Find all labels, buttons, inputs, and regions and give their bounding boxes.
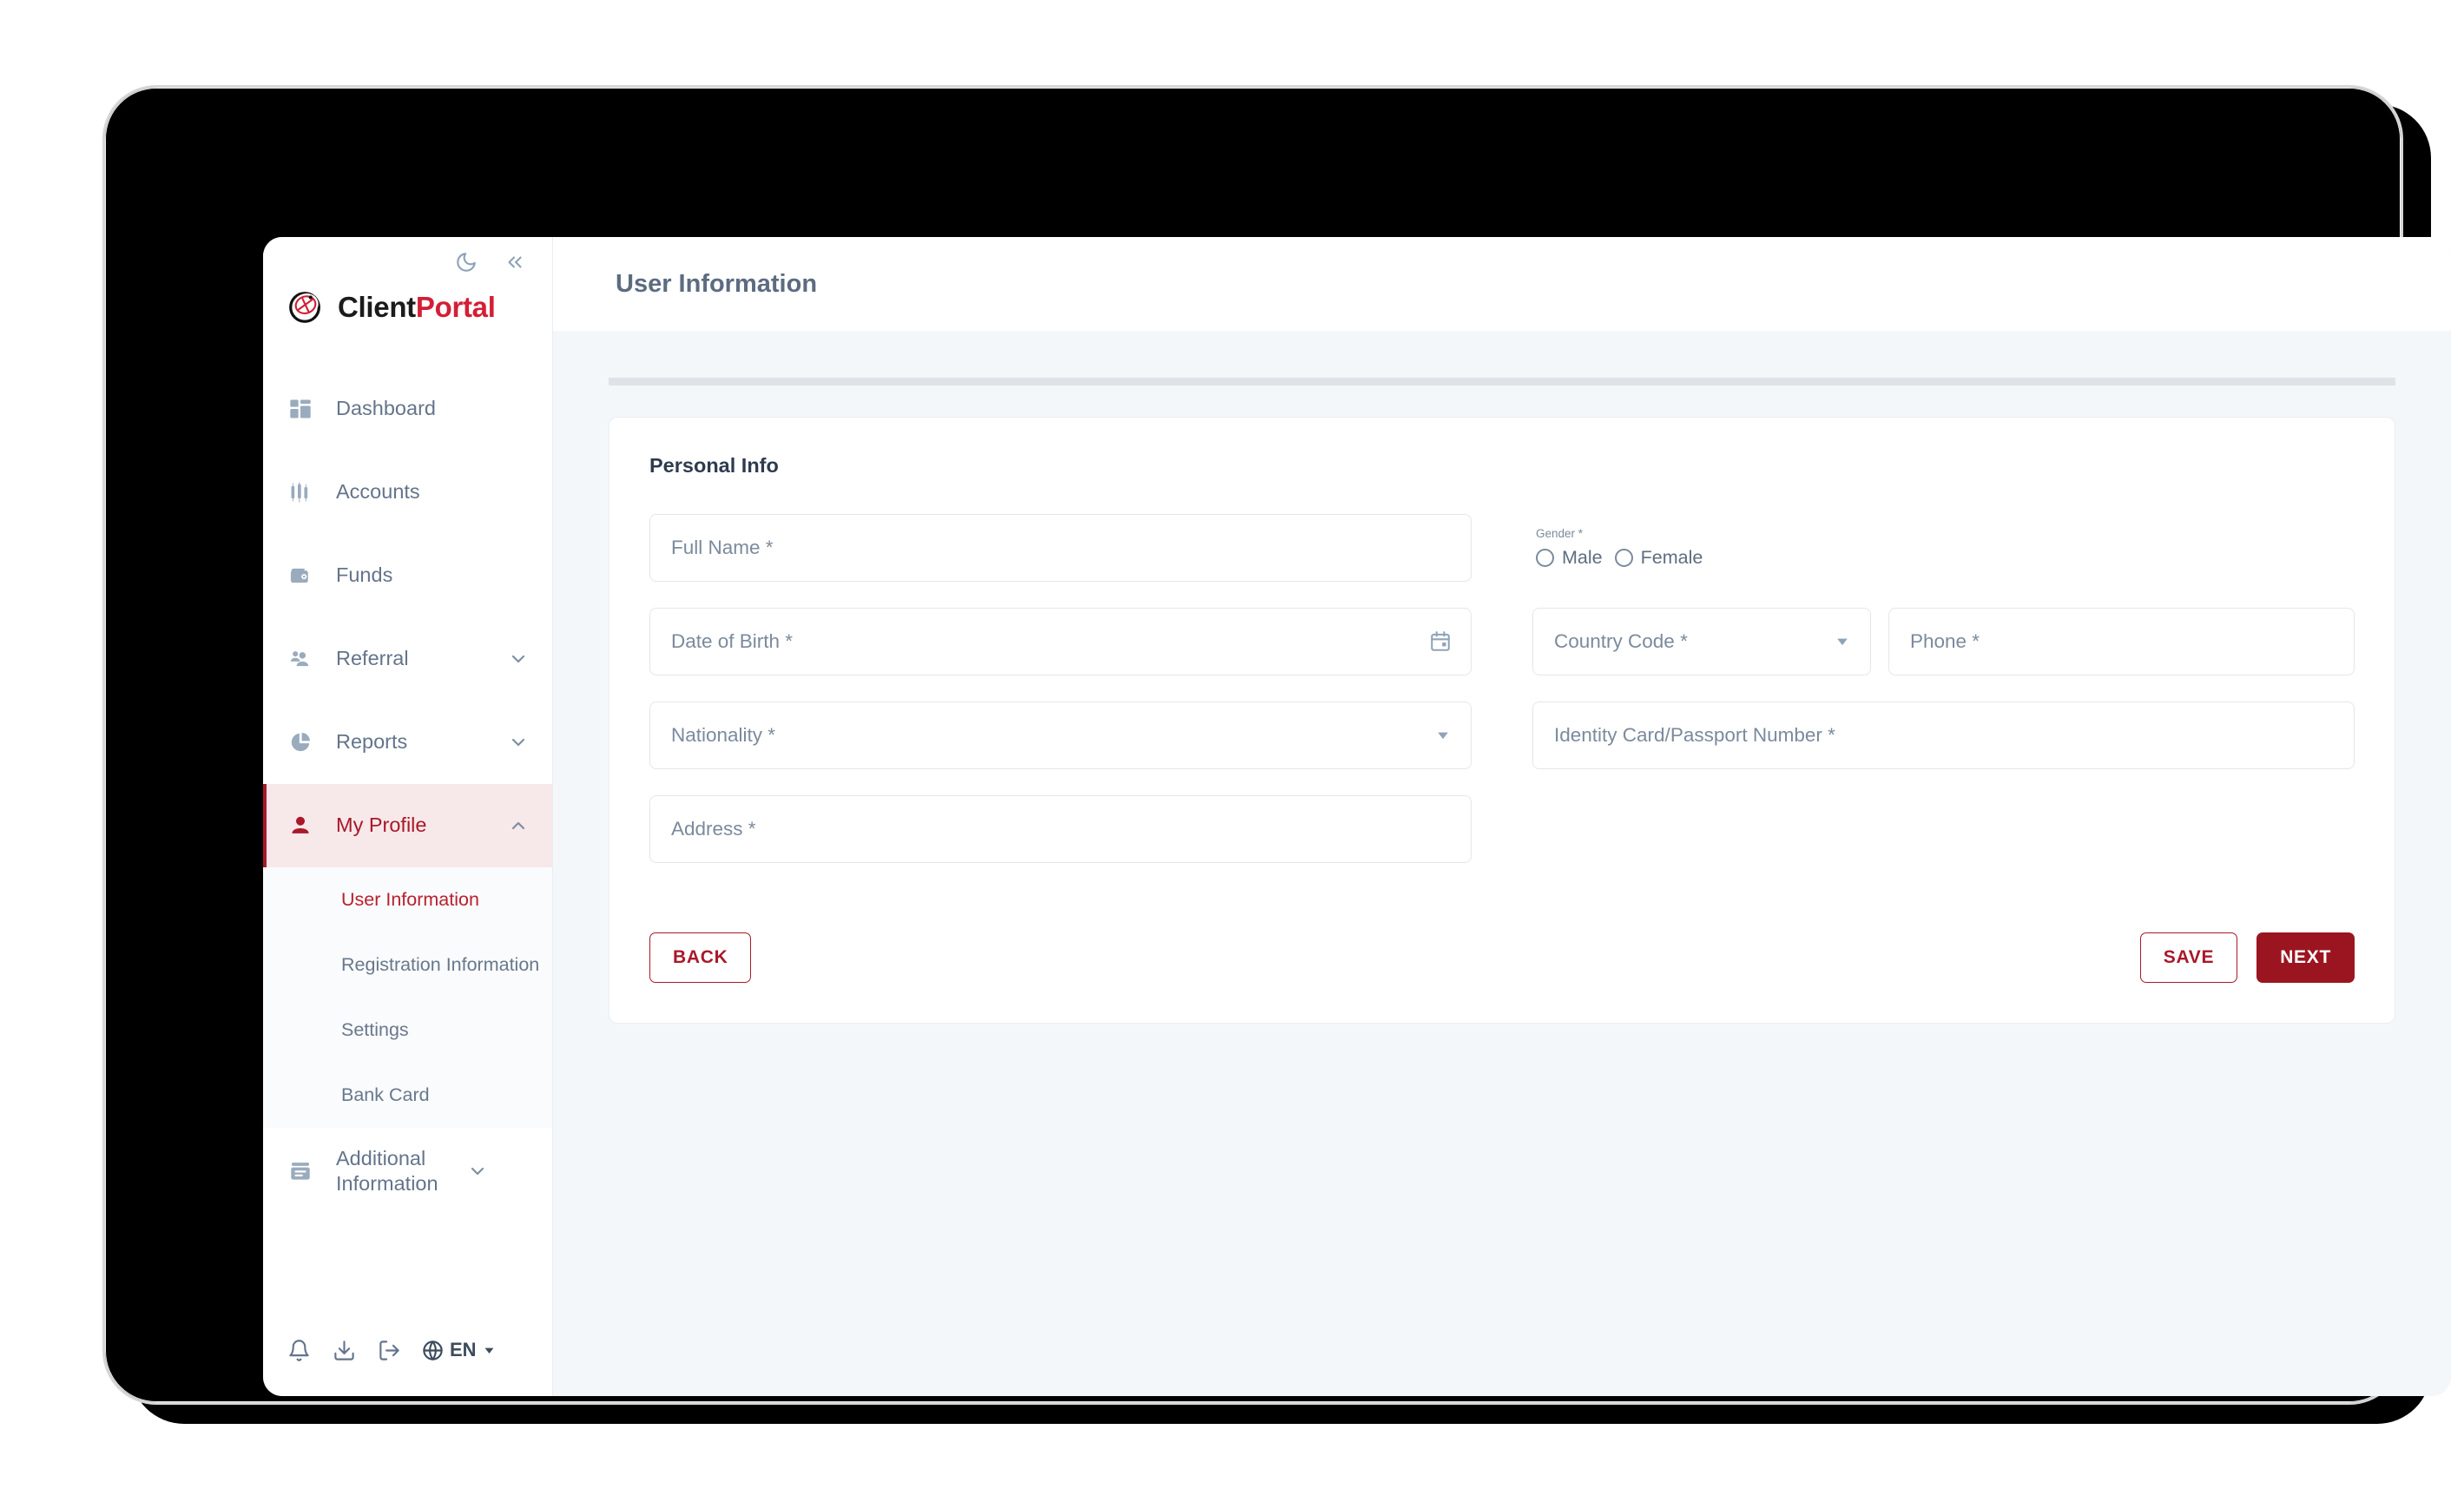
chevron-down-icon[interactable]	[1434, 727, 1452, 744]
gender-label: Gender *	[1536, 527, 1584, 540]
referral-people-icon	[286, 644, 315, 674]
sidebar-subitem-settings[interactable]: Settings	[263, 998, 552, 1063]
chevron-down-icon	[507, 731, 530, 754]
address-label: Address *	[671, 818, 756, 840]
dark-mode-icon[interactable]	[453, 249, 479, 275]
personal-info-card: Personal Info Full Name * Date of Birth …	[609, 417, 2395, 1024]
logout-icon[interactable]	[376, 1337, 402, 1363]
card-title: Personal Info	[649, 454, 779, 477]
phone-field[interactable]: Phone *	[1888, 608, 2355, 675]
clientportal-logo-icon	[286, 287, 326, 327]
date-of-birth-label: Date of Birth *	[671, 630, 794, 652]
chevron-down-icon	[466, 1160, 489, 1182]
chevron-down-icon	[482, 1343, 497, 1358]
gender-option-label: Male	[1562, 547, 1603, 568]
radio-button-icon[interactable]	[1614, 549, 1633, 567]
address-field[interactable]: Address *	[649, 795, 1472, 863]
brand-logo[interactable]: ClientPortal	[263, 275, 552, 336]
reports-piechart-icon	[286, 728, 315, 757]
radio-button-icon[interactable]	[1536, 549, 1554, 567]
country-code-select[interactable]: Country Code *	[1532, 608, 1871, 675]
page-title: User Information	[616, 269, 818, 298]
sidebar-item-funds[interactable]: Funds	[263, 534, 552, 617]
save-button[interactable]: SAVE	[2139, 932, 2238, 983]
additional-info-icon	[286, 1156, 315, 1186]
country-code-label: Country Code *	[1554, 630, 1688, 652]
gender-group: Gender * Male Female	[1532, 514, 2355, 582]
full-name-field[interactable]: Full Name *	[649, 514, 1472, 582]
stepper-progress	[553, 331, 2451, 385]
form-right-column: Gender * Male Female Country Code * Phon…	[1532, 514, 2355, 889]
date-of-birth-field[interactable]: Date of Birth *	[649, 608, 1472, 675]
funds-wallet-icon	[286, 561, 315, 590]
sidebar-top-icons	[263, 237, 552, 275]
form-actions-right: SAVE NEXT	[2139, 932, 2355, 983]
gender-option-female[interactable]: Female	[1614, 547, 1703, 569]
chevron-down-icon	[507, 648, 530, 670]
sidebar-item-accounts[interactable]: Accounts	[263, 451, 552, 534]
sidebar-item-my-profile[interactable]: My Profile	[263, 784, 552, 867]
personal-info-form: Full Name * Date of Birth * Nationality …	[649, 514, 2355, 889]
brand-name-part1: Client	[338, 291, 416, 323]
chevron-up-icon	[507, 814, 530, 837]
nationality-label: Nationality *	[671, 724, 776, 746]
progress-track	[609, 378, 2395, 385]
main-content: User Information Personal Info Full Name…	[553, 237, 2451, 1396]
phone-row: Country Code * Phone *	[1532, 608, 2355, 702]
sidebar-item-label: Reports	[336, 730, 408, 754]
sidebar-item-label: Additional Information	[336, 1146, 438, 1195]
gender-radio-row: Male Female	[1536, 547, 2355, 569]
tablet-device-frame: ClientPortal Dashboard Accounts Funds Re…	[102, 85, 2451, 1405]
sidebar-item-label: Accounts	[336, 480, 420, 504]
app-screen: ClientPortal Dashboard Accounts Funds Re…	[263, 237, 2451, 1396]
language-label: EN	[450, 1339, 477, 1360]
collapse-sidebar-icon[interactable]	[502, 249, 528, 275]
profile-person-icon	[286, 811, 315, 840]
globe-icon	[421, 1339, 445, 1362]
sidebar-item-label: Funds	[336, 563, 393, 587]
sidebar-item-referral[interactable]: Referral	[263, 617, 552, 701]
calendar-icon[interactable]	[1429, 630, 1452, 653]
sidebar-nav: Dashboard Accounts Funds Referral Report…	[263, 367, 552, 1316]
sidebar-item-additional-information[interactable]: Additional Information	[263, 1128, 552, 1215]
sidebar-subitem-registration-information[interactable]: Registration Information	[263, 932, 552, 998]
phone-label: Phone *	[1910, 630, 1980, 652]
page-header: User Information	[553, 237, 2451, 331]
brand-name-part2: Portal	[415, 291, 496, 323]
sidebar: ClientPortal Dashboard Accounts Funds Re…	[263, 237, 553, 1396]
sidebar-subitem-user-information[interactable]: User Information	[263, 867, 552, 932]
sidebar-item-reports[interactable]: Reports	[263, 701, 552, 784]
identity-number-field[interactable]: Identity Card/Passport Number *	[1532, 702, 2355, 769]
language-selector[interactable]: EN	[421, 1339, 497, 1362]
brand-name: ClientPortal	[338, 291, 496, 324]
download-icon[interactable]	[331, 1337, 357, 1363]
form-actions: BACK SAVE NEXT	[649, 932, 2355, 983]
back-button[interactable]: BACK	[649, 932, 752, 983]
identity-number-label: Identity Card/Passport Number *	[1554, 724, 1835, 746]
sidebar-item-label: My Profile	[336, 814, 427, 837]
sidebar-item-label: Referral	[336, 647, 409, 670]
gender-option-male[interactable]: Male	[1536, 547, 1603, 569]
next-button[interactable]: NEXT	[2256, 932, 2355, 983]
sidebar-footer: EN	[263, 1316, 552, 1396]
nationality-select[interactable]: Nationality *	[649, 702, 1472, 769]
full-name-label: Full Name *	[671, 537, 774, 558]
sidebar-submenu-my-profile: User Information Registration Informatio…	[263, 867, 552, 1128]
gender-option-label: Female	[1640, 547, 1703, 568]
accounts-icon	[286, 478, 315, 507]
dashboard-icon	[286, 394, 315, 424]
sidebar-item-dashboard[interactable]: Dashboard	[263, 367, 552, 451]
sidebar-subitem-bank-card[interactable]: Bank Card	[263, 1063, 552, 1128]
sidebar-item-label: Dashboard	[336, 397, 436, 420]
notifications-bell-icon[interactable]	[286, 1337, 312, 1363]
form-left-column: Full Name * Date of Birth * Nationality …	[649, 514, 1472, 889]
chevron-down-icon[interactable]	[1834, 633, 1851, 650]
content-area: Personal Info Full Name * Date of Birth …	[553, 385, 2451, 1024]
